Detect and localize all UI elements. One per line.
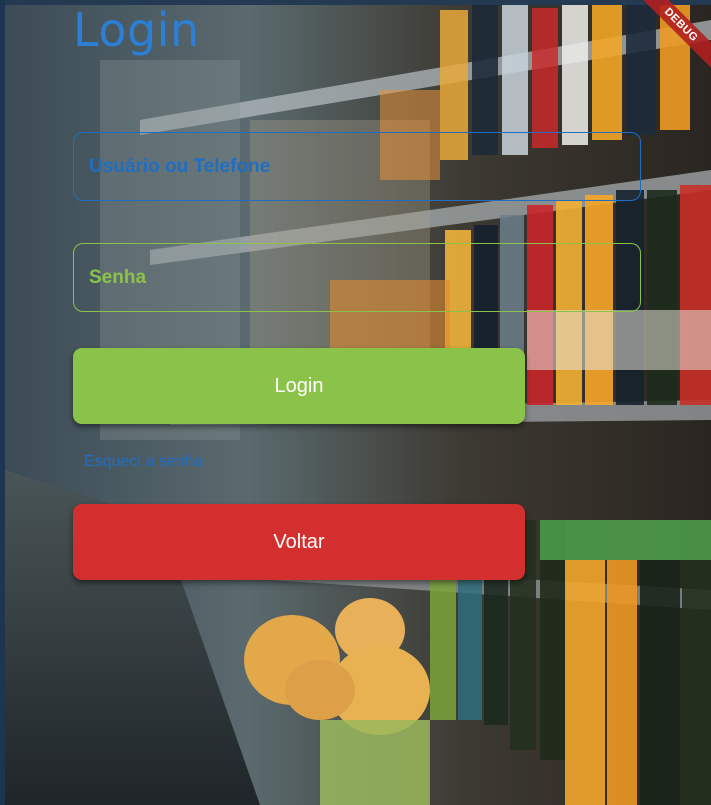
password-placeholder: Senha bbox=[89, 266, 147, 288]
debug-label: DEBUG bbox=[630, 0, 711, 76]
username-placeholder: Usuário ou Telefone bbox=[89, 155, 271, 177]
username-field[interactable]: Usuário ou Telefone bbox=[73, 132, 641, 201]
back-button-label: Voltar bbox=[273, 530, 325, 553]
forgot-password-link[interactable]: Esqueci a senha bbox=[84, 453, 202, 471]
login-button-label: Login bbox=[274, 374, 324, 397]
login-screen: Login Usuário ou Telefone Senha Login Es… bbox=[0, 0, 711, 805]
login-button[interactable]: Login bbox=[73, 348, 525, 424]
page-title: Login bbox=[73, 3, 200, 57]
debug-banner: DEBUG bbox=[621, 0, 711, 90]
left-edge bbox=[0, 0, 5, 805]
back-button[interactable]: Voltar bbox=[73, 504, 525, 580]
password-field[interactable]: Senha bbox=[73, 243, 641, 312]
